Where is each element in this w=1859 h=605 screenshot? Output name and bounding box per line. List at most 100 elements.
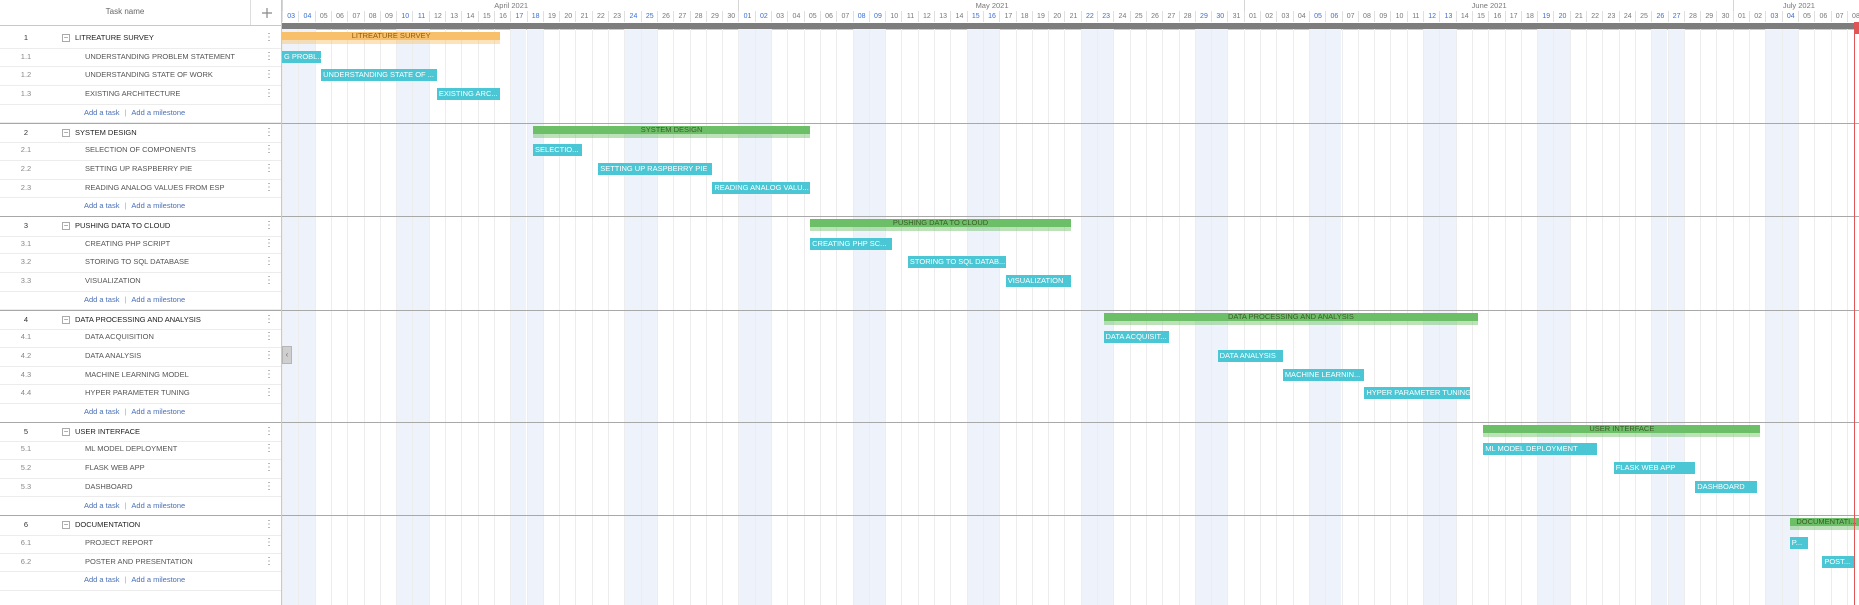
task-row[interactable]: 2.1 SELECTION OF COMPONENTS ⋮ — [0, 141, 281, 161]
task-row[interactable]: 6.2 POSTER AND PRESENTATION ⋮ — [0, 553, 281, 573]
task-row[interactable]: 5.3 DASHBOARD ⋮ — [0, 478, 281, 498]
task-name[interactable]: FLASK WEB APP — [85, 459, 145, 478]
add-column-icon[interactable] — [250, 0, 282, 25]
row-menu-icon[interactable]: ⋮ — [264, 311, 274, 330]
task-group-name[interactable]: LITREATURE SURVEY — [75, 29, 154, 48]
task-row[interactable]: 3.2 STORING TO SQL DATABASE ⋮ — [0, 253, 281, 274]
row-menu-icon[interactable]: ⋮ — [264, 160, 274, 179]
task-bar[interactable]: POST... — [1822, 555, 1855, 568]
task-name[interactable]: STORING TO SQL DATABASE — [85, 253, 189, 272]
row-menu-icon[interactable]: ⋮ — [264, 141, 274, 160]
summary-bar[interactable]: DATA PROCESSING AND ANALYSIS — [1103, 312, 1479, 325]
row-menu-icon[interactable]: ⋮ — [264, 366, 274, 385]
task-bar[interactable]: CREATING PHP SC... — [810, 237, 892, 250]
row-menu-icon[interactable]: ⋮ — [264, 440, 274, 459]
task-row[interactable]: 3.1 CREATING PHP SCRIPT ⋮ — [0, 235, 281, 255]
add-milestone-link[interactable]: Add a milestone — [131, 295, 185, 304]
task-bar[interactable]: G PROBL... — [282, 50, 322, 63]
task-bar[interactable]: SELECTIO... — [533, 144, 582, 157]
task-bar[interactable]: DATA ACQUISIT... — [1103, 331, 1169, 344]
row-menu-icon[interactable]: ⋮ — [264, 48, 274, 67]
row-menu-icon[interactable]: ⋮ — [264, 235, 274, 254]
summary-bar[interactable]: LITREATURE SURVEY — [282, 31, 501, 44]
task-name[interactable]: DATA ACQUISITION — [85, 328, 154, 347]
row-menu-icon[interactable]: ⋮ — [264, 328, 274, 347]
task-bar[interactable]: HYPER PARAMETER TUNING — [1364, 387, 1471, 400]
add-milestone-link[interactable]: Add a milestone — [131, 501, 185, 510]
task-bar[interactable]: SETTING UP RASPBERRY PIE — [598, 162, 713, 175]
task-row[interactable]: 4.2 DATA ANALYSIS ⋮ — [0, 347, 281, 367]
task-row[interactable]: 6.1 PROJECT REPORT ⋮ — [0, 534, 281, 554]
task-group-row[interactable]: 2 − SYSTEM DESIGN ⋮ — [0, 122, 281, 144]
summary-bar[interactable]: SYSTEM DESIGN — [533, 125, 811, 138]
task-name[interactable]: EXISTING ARCHITECTURE — [85, 85, 180, 104]
collapse-icon[interactable]: − — [62, 521, 70, 530]
row-menu-icon[interactable]: ⋮ — [264, 272, 274, 291]
task-bar[interactable]: DATA ANALYSIS — [1217, 349, 1283, 362]
task-bar[interactable]: EXISTING ARC... — [436, 88, 501, 101]
task-name[interactable]: HYPER PARAMETER TUNING — [85, 384, 190, 403]
summary-bar[interactable]: USER INTERFACE — [1483, 424, 1761, 437]
row-menu-icon[interactable]: ⋮ — [264, 534, 274, 553]
task-name[interactable]: READING ANALOG VALUES FROM ESP — [85, 179, 224, 198]
task-group-row[interactable]: 1 − LITREATURE SURVEY ⋮ — [0, 29, 281, 49]
task-bar[interactable]: VISUALIZATION — [1005, 275, 1071, 288]
task-row[interactable]: 2.2 SETTING UP RASPBERRY PIE ⋮ — [0, 160, 281, 180]
task-bar[interactable]: STORING TO SQL DATAB... — [907, 256, 1006, 269]
add-milestone-link[interactable]: Add a milestone — [131, 108, 185, 117]
add-milestone-link[interactable]: Add a milestone — [131, 201, 185, 210]
add-task-link[interactable]: Add a task — [84, 575, 119, 584]
collapse-icon[interactable]: − — [62, 427, 70, 436]
collapse-grid-handle[interactable]: ‹ — [282, 346, 292, 364]
row-menu-icon[interactable]: ⋮ — [264, 459, 274, 478]
task-name[interactable]: SELECTION OF COMPONENTS — [85, 141, 196, 160]
task-row[interactable]: 2.3 READING ANALOG VALUES FROM ESP ⋮ — [0, 179, 281, 199]
row-menu-icon[interactable]: ⋮ — [264, 124, 274, 143]
task-name[interactable]: POSTER AND PRESENTATION — [85, 553, 193, 572]
row-menu-icon[interactable]: ⋮ — [264, 516, 274, 535]
task-group-name[interactable]: USER INTERFACE — [75, 423, 140, 442]
task-name-column-header[interactable]: Task name — [0, 7, 250, 16]
collapse-icon[interactable]: − — [62, 222, 70, 230]
row-menu-icon[interactable]: ⋮ — [264, 253, 274, 272]
task-name[interactable]: ML MODEL DEPLOYMENT — [85, 440, 177, 459]
task-group-name[interactable]: SYSTEM DESIGN — [75, 124, 137, 143]
collapse-icon[interactable]: − — [62, 128, 70, 137]
task-group-row[interactable]: 6 − DOCUMENTATION ⋮ — [0, 515, 281, 536]
task-name[interactable]: UNDERSTANDING PROBLEM STATEMENT — [85, 48, 235, 67]
row-menu-icon[interactable]: ⋮ — [264, 217, 274, 236]
task-bar[interactable]: ML MODEL DEPLOYMENT — [1483, 443, 1598, 456]
task-group-row[interactable]: 3 − PUSHING DATA TO CLOUD ⋮ — [0, 216, 281, 237]
summary-bar[interactable]: DOCUMENTATI... — [1789, 517, 1859, 531]
task-group-row[interactable]: 4 − DATA PROCESSING AND ANALYSIS ⋮ — [0, 309, 281, 331]
collapse-icon[interactable]: − — [62, 315, 70, 324]
task-row[interactable]: 4.4 HYPER PARAMETER TUNING ⋮ — [0, 384, 281, 404]
task-name[interactable]: DATA ANALYSIS — [85, 347, 141, 366]
task-name[interactable]: UNDERSTANDING STATE OF WORK — [85, 66, 213, 85]
task-name[interactable]: CREATING PHP SCRIPT — [85, 235, 170, 254]
task-bar[interactable]: UNDERSTANDING STATE OF ... — [321, 69, 437, 82]
task-row[interactable]: 5.2 FLASK WEB APP ⋮ — [0, 459, 281, 479]
add-milestone-link[interactable]: Add a milestone — [131, 407, 185, 416]
row-menu-icon[interactable]: ⋮ — [264, 553, 274, 572]
row-menu-icon[interactable]: ⋮ — [264, 478, 274, 497]
task-bar[interactable]: DASHBOARD — [1695, 480, 1758, 493]
task-row[interactable]: 4.1 DATA ACQUISITION ⋮ — [0, 328, 281, 348]
task-bar[interactable]: READING ANALOG VALU... — [712, 181, 811, 194]
add-milestone-link[interactable]: Add a milestone — [131, 575, 185, 584]
task-name[interactable]: PROJECT REPORT — [85, 534, 153, 553]
task-bar[interactable]: MACHINE LEARNIN... — [1282, 368, 1365, 381]
task-group-name[interactable]: DOCUMENTATION — [75, 516, 140, 535]
task-row[interactable]: 4.3 MACHINE LEARNING MODEL ⋮ — [0, 366, 281, 386]
task-row[interactable]: 1.1 UNDERSTANDING PROBLEM STATEMENT ⋮ — [0, 48, 281, 68]
task-name[interactable]: SETTING UP RASPBERRY PIE — [85, 160, 192, 179]
collapse-icon[interactable]: − — [62, 34, 70, 42]
add-task-link[interactable]: Add a task — [84, 295, 119, 304]
add-task-link[interactable]: Add a task — [84, 201, 119, 210]
task-name[interactable]: DASHBOARD — [85, 478, 133, 497]
summary-bar[interactable]: PUSHING DATA TO CLOUD — [810, 218, 1071, 231]
row-menu-icon[interactable]: ⋮ — [264, 66, 274, 85]
add-task-link[interactable]: Add a task — [84, 108, 119, 117]
task-name[interactable]: MACHINE LEARNING MODEL — [85, 366, 189, 385]
task-group-name[interactable]: DATA PROCESSING AND ANALYSIS — [75, 311, 201, 330]
